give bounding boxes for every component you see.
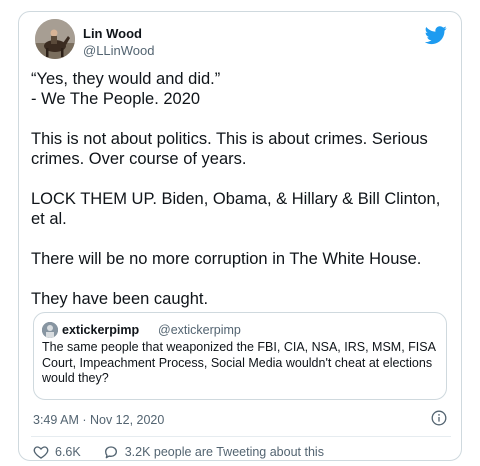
tweet-text: “Yes, they would and did.” - We The Peop… [31, 70, 441, 308]
divider [31, 436, 451, 437]
author-name[interactable]: Lin Wood [83, 26, 142, 41]
twitter-bird-icon[interactable] [425, 24, 447, 46]
tweet-timestamp[interactable]: 3:49 AM · Nov 12, 2020 [33, 413, 164, 427]
comment-icon[interactable] [103, 444, 119, 460]
info-icon[interactable] [431, 410, 447, 426]
quoted-author-avatar [42, 322, 58, 338]
author-avatar[interactable] [35, 19, 75, 59]
quoted-tweet-text: The same people that weaponized the FBI,… [42, 340, 436, 385]
tweet-actions: 6.6K 3.2K people are Tweeting about this [33, 444, 324, 460]
tweet-card: Lin Wood @LLinWood “Yes, they would and … [18, 11, 462, 461]
tweeting-about-text[interactable]: 3.2K people are Tweeting about this [125, 445, 324, 459]
quoted-tweet[interactable]: extickerpimp @extickerpimp The same peop… [33, 312, 447, 400]
author-handle[interactable]: @LLinWood [83, 43, 155, 58]
like-count[interactable]: 6.6K [55, 445, 81, 459]
quoted-author-name: extickerpimp [62, 323, 140, 337]
quoted-author-handle: @extickerpimp [158, 323, 241, 337]
heart-icon[interactable] [33, 444, 49, 460]
